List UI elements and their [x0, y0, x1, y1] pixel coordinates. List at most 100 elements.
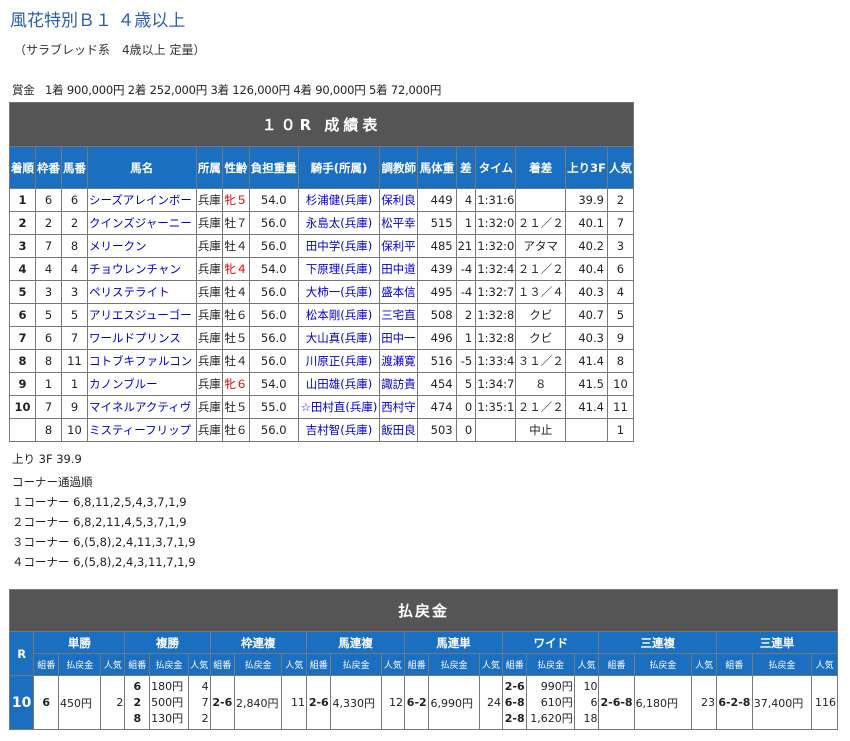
cell-trainer: 西村守	[379, 395, 419, 419]
cell-time: 1:32:4	[475, 257, 517, 281]
wide-pop: 10	[583, 679, 598, 693]
waku-header: 枠番	[35, 146, 62, 189]
cell-last3f: 41.5	[565, 372, 608, 396]
table-row: 7 6 7 ワールドプリンス 兵庫 牡５ 56.0 大山真(兵庫) 田中一 496 1 1:32:8 ク…	[9, 326, 635, 350]
sanrenpuku-pay: 6,180円	[633, 675, 693, 730]
cell-body-weight: 474	[417, 395, 457, 419]
cell-time: 1:32:8	[475, 303, 517, 327]
jockey-link[interactable]: 山田雄(兵庫)	[306, 377, 372, 391]
cell-popularity: 10	[606, 372, 635, 396]
jockey-link[interactable]: 松本剛(兵庫)	[306, 308, 372, 322]
jockey-link[interactable]: 川原正(兵庫)	[306, 354, 372, 368]
fukusho-combo: 2	[133, 695, 142, 709]
cell-time: 1:32:0	[475, 211, 517, 235]
sex-age-header: 性齢	[222, 146, 250, 189]
fukusho-pay: 130円	[151, 711, 184, 725]
horse-name-link[interactable]: メリークン	[89, 239, 147, 253]
sanrenpuku-pop: 23	[691, 675, 717, 730]
horse-name-link[interactable]: コトブキファルコン	[89, 354, 192, 368]
jockey-link[interactable]: 吉村智(兵庫)	[306, 423, 372, 437]
horse-name-link[interactable]: マイネルアクティヴ	[89, 400, 191, 414]
cell-weight-load: 56.0	[248, 303, 299, 327]
cell-popularity: 6	[606, 257, 635, 281]
time-header: タイム	[475, 146, 517, 189]
jockey-link[interactable]: 杉浦健(兵庫)	[306, 193, 372, 207]
cell-affiliation: 兵庫	[195, 395, 224, 419]
cell-popularity: 8	[606, 349, 635, 373]
cell-affiliation: 兵庫	[195, 211, 224, 235]
horse-name-link[interactable]: シーズアレインボー	[89, 193, 192, 207]
payout-subheader: 払戻金	[633, 653, 693, 676]
cell-weight-diff: 1	[455, 211, 477, 235]
cell-affiliation: 兵庫	[195, 303, 224, 327]
horse-name-link[interactable]: アリエスジューゴー	[89, 308, 192, 322]
jockey-link[interactable]: ☆田村直(兵庫)	[301, 400, 378, 414]
cell-last3f: 40.2	[565, 234, 608, 258]
cell-horse-name: ミスティーフリップ	[87, 418, 197, 442]
cell-last3f: 41.4	[565, 349, 608, 373]
sex-age-text: 牝６	[224, 377, 248, 391]
cell-last3f: 40.3	[565, 280, 608, 304]
cell-weight-load: 56.0	[248, 326, 299, 350]
table-row: 9 1 1 カノンブルー 兵庫 牝６ 54.0 山田雄(兵庫) 諏訪貴 454 5 1:34:7 ８ 41…	[9, 372, 635, 396]
sanrentan-pay: 37,400円	[751, 675, 813, 730]
trainer-link[interactable]: 盛本信	[381, 285, 416, 299]
cell-margin: クビ	[515, 326, 567, 350]
jockey-link[interactable]: 大柿一(兵庫)	[306, 285, 372, 299]
fukusho-pop: 2	[201, 711, 209, 725]
trainer-link[interactable]: 田中道	[381, 262, 416, 276]
cell-weight-load: 56.0	[248, 211, 299, 235]
cell-jockey: ☆田村直(兵庫)	[297, 395, 381, 419]
umatan-pop: 24	[478, 675, 503, 730]
trainer-link[interactable]: 田中一	[381, 331, 416, 345]
cell-umaban: 3	[61, 280, 88, 304]
cell-time	[475, 418, 517, 442]
trainer-link[interactable]: 飯田良	[381, 423, 416, 437]
cell-margin: １３／４	[515, 280, 567, 304]
sex-age-text: 牡５	[224, 331, 248, 345]
trainer-link[interactable]: 諏訪貴	[381, 377, 416, 391]
horse-name-link[interactable]: ワールドプリンス	[89, 331, 181, 345]
jockey-link[interactable]: 永島太(兵庫)	[306, 216, 372, 230]
jockey-link[interactable]: 大山真(兵庫)	[306, 331, 372, 345]
cell-affiliation: 兵庫	[195, 188, 224, 212]
horse-name-link[interactable]: チョウレンチャン	[89, 262, 181, 276]
cell-umaban: 11	[61, 349, 88, 373]
horse-name-link[interactable]: ミスティーフリップ	[89, 423, 191, 437]
cell-popularity: 7	[606, 211, 635, 235]
trainer-link[interactable]: 松平幸	[381, 216, 416, 230]
cell-jockey: 川原正(兵庫)	[297, 349, 381, 373]
cell-rank: 3	[9, 234, 36, 258]
trainer-link[interactable]: 渡瀬寛	[381, 354, 416, 368]
combo-subheader: 組番	[209, 653, 236, 676]
table-row: 8 8 11 コトブキファルコン 兵庫 牡４ 56.0 川原正(兵庫) 渡瀬寛 516 -5 1:33…	[9, 349, 635, 373]
fukusho-pays: 180円 500円 130円	[149, 675, 189, 730]
trainer-link[interactable]: 三宅直	[381, 308, 416, 322]
cell-last3f: 39.9	[565, 188, 608, 212]
trainer-link[interactable]: 西村守	[381, 400, 416, 414]
sex-age-text: 牡４	[224, 285, 248, 299]
cell-waku: 6	[35, 188, 62, 212]
trainer-link[interactable]: 保利平	[381, 239, 416, 253]
jockey-link[interactable]: 下原理(兵庫)	[306, 262, 372, 276]
cell-body-weight: 516	[417, 349, 457, 373]
table-row: 3 7 8 メリークン 兵庫 牡４ 56.0 田中学(兵庫) 保利平 485 21 1:32:0 アタマ…	[9, 234, 635, 258]
cell-trainer: 三宅直	[379, 303, 419, 327]
cell-rank: 7	[9, 326, 36, 350]
cell-weight-load: 54.0	[248, 372, 299, 396]
sex-age-text: 牡６	[224, 423, 248, 437]
jockey-link[interactable]: 田中学(兵庫)	[306, 239, 372, 253]
horse-name-link[interactable]: カノンブルー	[89, 377, 158, 391]
trainer-link[interactable]: 保利良	[381, 193, 416, 207]
wakuren-combo: 2-6	[209, 675, 236, 730]
cell-last3f: 41.4	[565, 395, 608, 419]
cell-body-weight: 485	[417, 234, 457, 258]
cell-umaban: 4	[61, 257, 88, 281]
prize-info: 賞金 1着 900,000円 2着 252,000円 3着 126,000円 4…	[12, 82, 441, 98]
cell-horse-name: シーズアレインボー	[87, 188, 197, 212]
horse-name-link[interactable]: ペリステライト	[89, 285, 170, 299]
cell-last3f	[565, 418, 608, 442]
horse-name-link[interactable]: クインズジャーニー	[89, 216, 192, 230]
cell-sex-age: 牡４	[222, 349, 250, 373]
cell-margin: ８	[515, 372, 567, 396]
